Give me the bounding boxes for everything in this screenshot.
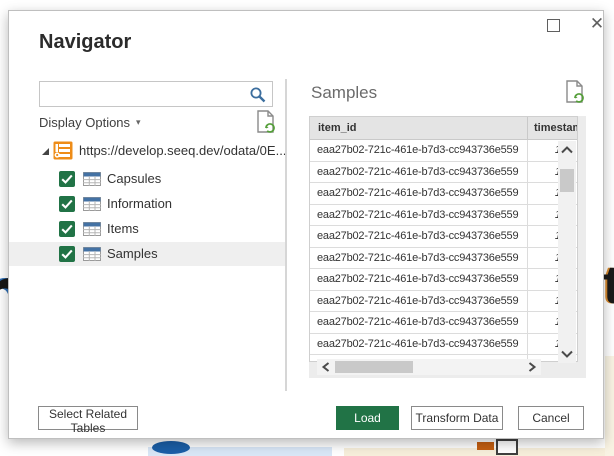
checkbox-checked-icon[interactable] — [59, 221, 75, 237]
table-icon — [83, 172, 101, 186]
tree-item-label: Information — [107, 196, 172, 211]
tree-item-label: Items — [107, 221, 139, 236]
checkbox-checked-icon[interactable] — [59, 171, 75, 187]
checkbox-checked-icon[interactable] — [59, 246, 75, 262]
search-input[interactable] — [46, 83, 246, 105]
tree-item-capsules[interactable]: Capsules — [9, 167, 285, 191]
background-outlined-square — [496, 439, 518, 455]
tree-item-information[interactable]: Information — [9, 192, 285, 216]
tree-item-samples[interactable]: Samples — [9, 242, 285, 266]
scroll-down-icon[interactable] — [559, 347, 575, 361]
dialog-title: Navigator — [39, 31, 131, 54]
preview-table-body: eaa27b02-721c-461e-b7d3-cc943736e5591eaa… — [310, 140, 577, 362]
refresh-preview-icon[interactable] — [255, 109, 277, 135]
table-row: eaa27b02-721c-461e-b7d3-cc943736e5591 — [310, 162, 577, 184]
cell-item-id: eaa27b02-721c-461e-b7d3-cc943736e559 — [310, 205, 528, 226]
tree-item-label: Samples — [107, 246, 158, 261]
table-row: eaa27b02-721c-461e-b7d3-cc943736e5591 — [310, 183, 577, 205]
table-row: eaa27b02-721c-461e-b7d3-cc943736e5591 — [310, 140, 577, 162]
vertical-scrollbar-thumb[interactable] — [560, 169, 574, 192]
table-row: eaa27b02-721c-461e-b7d3-cc943736e5591 — [310, 248, 577, 270]
search-box[interactable] — [39, 81, 273, 107]
scroll-right-icon[interactable] — [525, 360, 539, 374]
table-row: eaa27b02-721c-461e-b7d3-cc943736e5591 — [310, 226, 577, 248]
column-header-timestamp: timestam — [528, 117, 577, 139]
table-icon — [83, 222, 101, 236]
tree-item-items[interactable]: Items — [9, 217, 285, 241]
display-options-label: Display Options — [39, 115, 130, 130]
chevron-down-icon: ▾ — [136, 117, 141, 127]
scroll-up-icon[interactable] — [559, 143, 575, 157]
select-related-tables-button[interactable]: Select Related Tables — [38, 406, 138, 430]
screen: n t ✕ Navigator Display Options▾ — [0, 0, 614, 456]
refresh-preview-icon[interactable] — [564, 79, 586, 105]
navigator-dialog: ✕ Navigator Display Options▾ — [8, 10, 604, 439]
cell-item-id: eaa27b02-721c-461e-b7d3-cc943736e559 — [310, 312, 528, 333]
panel-divider — [285, 79, 287, 391]
background-beige-strip-right — [605, 356, 614, 456]
table-header-row: item_id timestam — [310, 117, 577, 140]
cell-item-id: eaa27b02-721c-461e-b7d3-cc943736e559 — [310, 183, 528, 204]
cell-item-id: eaa27b02-721c-461e-b7d3-cc943736e559 — [310, 334, 528, 355]
cell-item-id: eaa27b02-721c-461e-b7d3-cc943736e559 — [310, 140, 528, 161]
cell-item-id: eaa27b02-721c-461e-b7d3-cc943736e559 — [310, 162, 528, 183]
preview-table-area: item_id timestam eaa27b02-721c-461e-b7d3… — [309, 116, 586, 378]
maximize-icon[interactable] — [547, 19, 560, 32]
odata-feed-icon — [53, 141, 73, 160]
table-row: eaa27b02-721c-461e-b7d3-cc943736e5591 — [310, 205, 577, 227]
cell-item-id: eaa27b02-721c-461e-b7d3-cc943736e559 — [310, 226, 528, 247]
background-orange-shape — [477, 442, 494, 450]
preview-table: item_id timestam eaa27b02-721c-461e-b7d3… — [309, 116, 578, 362]
background-blue-ellipse — [152, 441, 190, 454]
scroll-left-icon[interactable] — [319, 360, 333, 374]
load-button[interactable]: Load — [336, 406, 399, 430]
table-row: eaa27b02-721c-461e-b7d3-cc943736e5591 — [310, 312, 577, 334]
expand-collapse-icon[interactable] — [41, 147, 50, 156]
transform-data-button[interactable]: Transform Data — [411, 406, 503, 430]
cell-item-id: eaa27b02-721c-461e-b7d3-cc943736e559 — [310, 291, 528, 312]
table-icon — [83, 247, 101, 261]
tree-root-odata-feed[interactable]: https://develop.seeq.dev/odata/0E... — [9, 139, 285, 163]
vertical-scrollbar[interactable] — [558, 141, 576, 363]
tree-root-label: https://develop.seeq.dev/odata/0E... — [79, 143, 286, 158]
cell-item-id: eaa27b02-721c-461e-b7d3-cc943736e559 — [310, 248, 528, 269]
table-row: eaa27b02-721c-461e-b7d3-cc943736e5591 — [310, 269, 577, 291]
horizontal-scrollbar[interactable] — [317, 359, 541, 375]
tree-item-label: Capsules — [107, 171, 161, 186]
display-options-dropdown[interactable]: Display Options ▾ — [39, 114, 279, 136]
checkbox-checked-icon[interactable] — [59, 196, 75, 212]
close-icon[interactable]: ✕ — [586, 13, 608, 35]
cancel-button[interactable]: Cancel — [518, 406, 584, 430]
column-header-item-id: item_id — [310, 117, 528, 139]
search-icon[interactable] — [249, 86, 267, 104]
table-row: eaa27b02-721c-461e-b7d3-cc943736e5591 — [310, 334, 577, 356]
horizontal-scrollbar-thumb[interactable] — [335, 361, 413, 373]
background-text-fragment-right: t — [603, 258, 614, 312]
preview-title: Samples — [311, 83, 377, 103]
table-row: eaa27b02-721c-461e-b7d3-cc943736e5591 — [310, 291, 577, 313]
cell-item-id: eaa27b02-721c-461e-b7d3-cc943736e559 — [310, 269, 528, 290]
table-icon — [83, 197, 101, 211]
